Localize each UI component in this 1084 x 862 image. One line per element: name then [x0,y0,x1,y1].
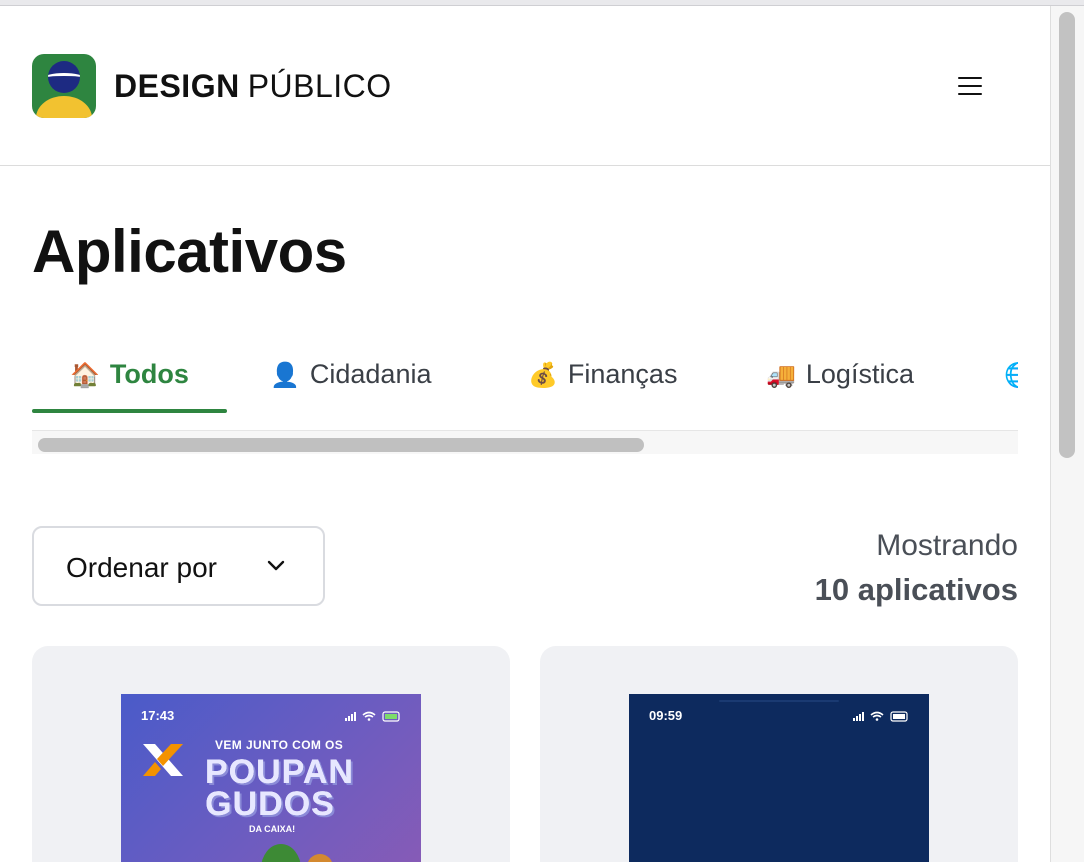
tab-cidadania[interactable]: 👤 Cidadania [270,356,431,408]
truck-icon: 🚚 [766,361,796,389]
brand-logo-icon[interactable] [32,54,96,118]
logo-globe-shape [48,61,80,93]
sort-label: Ordenar por [66,552,217,583]
status-bar-icons [853,711,908,722]
sort-dropdown[interactable]: Ordenar por [32,526,325,606]
category-tabs: 🏠 Todos 👤 Cidadania 💰 Finanças 🚚 Logística 🌐 [32,334,1018,454]
status-time: 09:59 [649,708,683,723]
logo-sun-shape [36,96,92,118]
mascot-character [261,844,301,862]
status-bar-icons [345,711,400,722]
mascot-character [307,854,333,862]
house-icon: 🏠 [70,361,100,389]
promo-subtitle: DA CAIXA! [249,824,296,834]
brand-name-bold: DESIGN [114,68,240,104]
tab-label: Logística [805,359,914,389]
results-count: Mostrando 10 aplicativos [815,524,1018,612]
app-card[interactable]: 09:59 [540,646,1018,862]
results-count-value: 10 aplicativos [814,572,1018,607]
promo-tagline: VEM JUNTO COM OS [215,738,344,752]
chevron-down-icon [267,560,285,571]
status-time: 17:43 [141,708,175,723]
money-bag-icon: 💰 [528,361,558,389]
tab-label: Cidadania [309,359,432,389]
app-card[interactable]: 17:43 VEM JUNTO COM OS POUPAN GUDOS DA C… [32,646,510,862]
caixa-logo-icon [143,744,183,776]
phone-notch [719,700,839,702]
site-header: DESIGN PÚBLICO [0,6,1050,166]
tabs-horizontal-scrollbar[interactable] [32,430,1018,454]
app-screenshot: 17:43 VEM JUNTO COM OS POUPAN GUDOS DA C… [121,694,421,862]
globe-icon: 🌐 [1004,361,1018,389]
results-count-prefix: Mostrando [876,529,1018,562]
page-viewport: DESIGN PÚBLICO Aplicativos 🏠 Todos 👤 Cidada… [0,6,1050,862]
active-tab-indicator [32,409,227,413]
tab-financas[interactable]: 💰 Finanças [528,356,677,408]
scrollbar-thumb[interactable] [1059,12,1075,458]
person-icon: 👤 [270,361,300,389]
tab-label: Todos [109,359,189,389]
page-title: Aplicativos [32,218,347,285]
promo-title: POUPAN GUDOS [205,753,354,823]
page-vertical-scrollbar[interactable] [1050,6,1084,862]
tab-overflow[interactable]: 🌐 [1004,356,1018,408]
hamburger-menu-button[interactable] [946,66,994,106]
tab-logistica[interactable]: 🚚 Logística [766,356,914,408]
tab-todos[interactable]: 🏠 Todos [70,356,189,408]
app-screenshot: 09:59 [629,694,929,862]
scrollbar-thumb[interactable] [38,438,644,452]
brand-name[interactable]: DESIGN PÚBLICO [114,68,392,104]
brand-name-light: PÚBLICO [247,68,392,104]
tab-label: Finanças [567,359,678,389]
